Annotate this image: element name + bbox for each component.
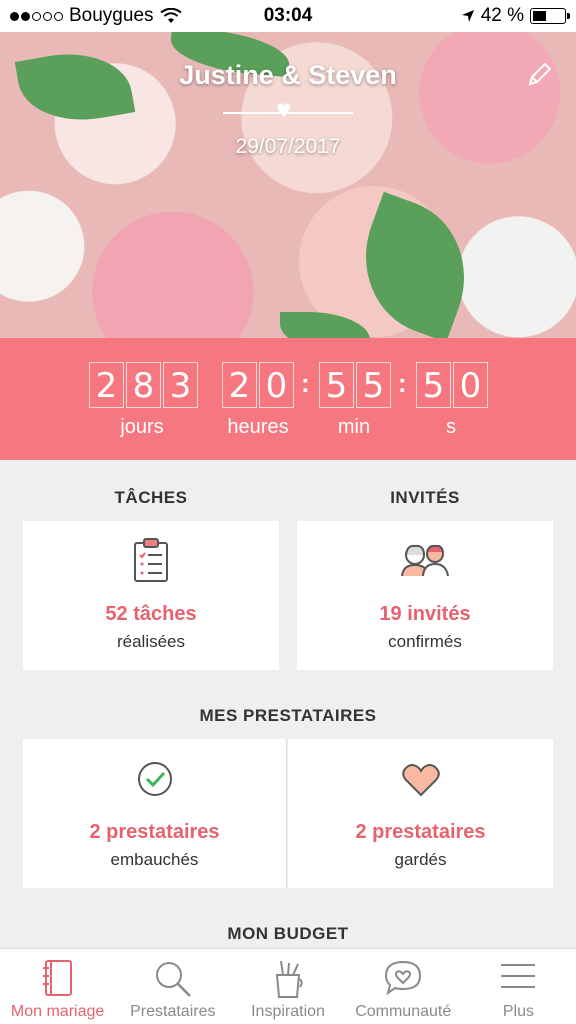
tab-label: Prestataires: [130, 1003, 216, 1020]
seconds-label: s: [446, 416, 456, 438]
signal-strength-icon: [10, 11, 63, 21]
countdown-digit: 5: [319, 362, 354, 408]
couple-names: Justine & Steven: [179, 60, 397, 90]
leaf-decoration: [280, 312, 370, 338]
edit-pencil-icon[interactable]: [524, 60, 554, 90]
countdown-digit: 0: [453, 362, 488, 408]
wedding-date: 29/07/2017: [235, 135, 341, 158]
tab-label: Communauté: [355, 1003, 452, 1020]
carrier-name: Bouygues: [69, 5, 154, 26]
tasks-count: 52 tâches: [105, 603, 197, 625]
budget-title: MON BUDGET: [227, 924, 349, 943]
check-circle-icon: [137, 762, 172, 796]
tasks-title: TÂCHES: [114, 488, 188, 507]
tab-mon-mariage[interactable]: Mon mariage: [0, 949, 115, 1024]
guests-card[interactable]: 19 invités confirmés: [297, 521, 553, 670]
saved-vendors-card[interactable]: 2 prestataires gardés: [288, 739, 553, 888]
countdown-separator: :: [301, 368, 310, 398]
countdown-digit: 0: [259, 362, 294, 408]
vendors-title: MES PRESTATAIRES: [199, 706, 377, 725]
countdown-digit: 5: [416, 362, 451, 408]
hero-banner: Justine & Steven ♥ 29/07/2017: [0, 32, 576, 338]
tab-bar: Mon mariage Prestataires Inspiration Com…: [0, 948, 576, 1024]
tab-plus[interactable]: Plus: [461, 949, 576, 1024]
hired-vendors-sub: embauchés: [110, 850, 199, 869]
guests-couple-icon: [401, 544, 449, 577]
hired-vendors-card[interactable]: 2 prestataires embauchés: [23, 739, 287, 888]
tab-label: Mon mariage: [10, 1003, 105, 1020]
hired-vendors-count: 2 prestataires: [89, 821, 220, 843]
guests-title: INVITÉS: [390, 488, 460, 507]
wifi-icon: [159, 8, 182, 23]
tab-prestataires[interactable]: Prestataires: [115, 949, 230, 1024]
status-time: 03:04: [263, 5, 313, 26]
pencil-cup-icon: [275, 960, 303, 998]
clipboard-checklist-icon: [134, 538, 168, 582]
battery-percent: 42 %: [480, 5, 524, 26]
search-icon: [155, 962, 191, 997]
heart-icon: [401, 764, 440, 797]
countdown-separator: :: [398, 368, 407, 398]
countdown-digit: 8: [126, 362, 161, 408]
countdown-digit: 3: [163, 362, 198, 408]
leaf-decoration: [342, 191, 488, 338]
tab-label: Plus: [502, 1003, 534, 1020]
tab-label: Inspiration: [251, 1003, 325, 1020]
menu-icon: [501, 964, 536, 988]
status-bar: Bouygues 03:04 42 %: [0, 0, 576, 32]
saved-vendors-count: 2 prestataires: [355, 821, 486, 843]
hours-label: heures: [227, 416, 289, 438]
tasks-sub: réalisées: [116, 632, 186, 651]
battery-icon: [530, 8, 570, 24]
countdown-panel: 2 8 3 2 0 : 5 5 : 5 0 jours heures min s: [0, 338, 576, 460]
guests-sub: confirmés: [388, 632, 462, 651]
location-arrow-icon: [461, 10, 474, 22]
tab-inspiration[interactable]: Inspiration: [230, 949, 345, 1024]
minutes-label: min: [337, 416, 371, 438]
countdown-digit: 2: [89, 362, 124, 408]
heart-icon: ♥: [276, 94, 292, 124]
notebook-icon: [42, 960, 72, 996]
days-label: jours: [120, 416, 164, 438]
tab-communaute[interactable]: Communauté: [346, 949, 461, 1024]
heart-chat-icon: [385, 960, 422, 996]
tasks-card[interactable]: 52 tâches réalisées: [23, 521, 279, 670]
saved-vendors-sub: gardés: [394, 850, 447, 869]
countdown-digit: 5: [356, 362, 391, 408]
guests-count: 19 invités: [379, 603, 471, 625]
countdown-digit: 2: [222, 362, 257, 408]
